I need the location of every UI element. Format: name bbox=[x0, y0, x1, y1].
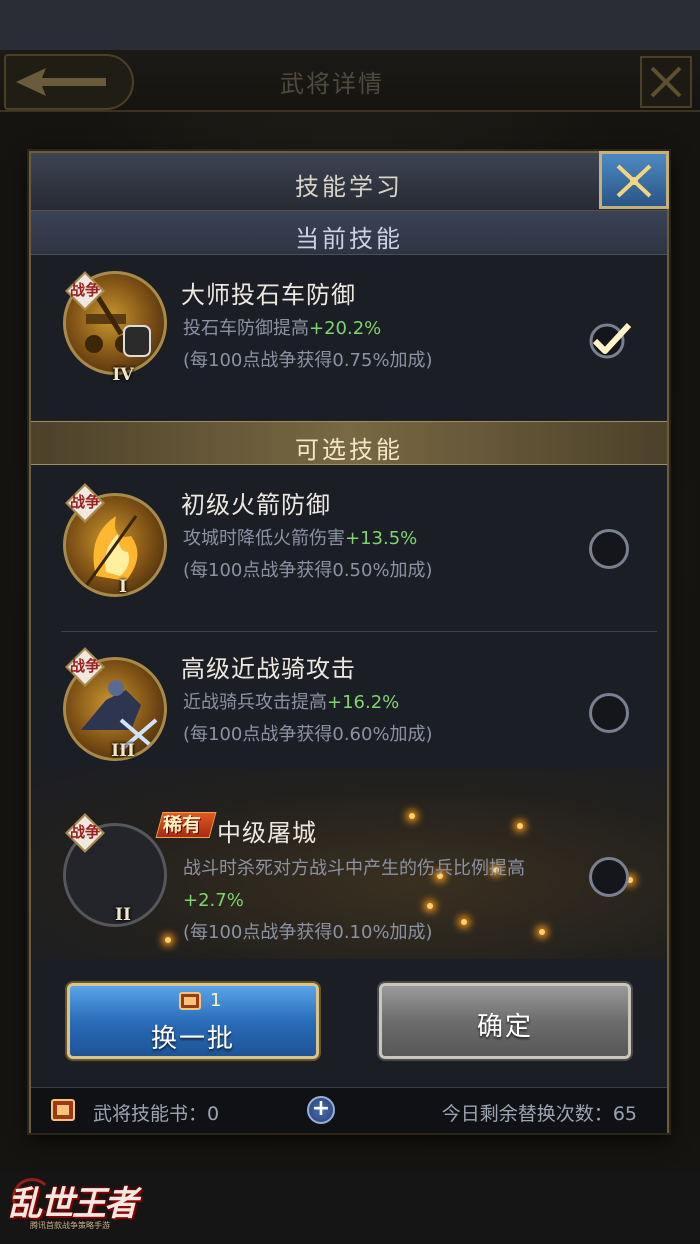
sparkle bbox=[409, 813, 415, 819]
skill-learning-dialog: 技能学习 当前技能 战争 IV 大师投石车防御 投石车防御提高+20.2% (每… bbox=[29, 151, 669, 1133]
skill-description: 近战骑兵攻击提高+16.2% (每100点战争获得0.60%加成) bbox=[183, 692, 433, 745]
war-tag: 战争 bbox=[65, 647, 105, 687]
skill-name: 中级屠城 bbox=[217, 819, 317, 847]
skill-level: II bbox=[115, 905, 131, 925]
current-skill-section-header: 当前技能 bbox=[31, 211, 667, 255]
skill-books-counter: 武将技能书：0 bbox=[93, 1103, 220, 1125]
skill-name: 初级火箭防御 bbox=[181, 491, 331, 519]
skill-description: 攻城时降低火箭伤害+13.5% (每100点战争获得0.50%加成) bbox=[183, 528, 433, 581]
war-tag: 战争 bbox=[65, 813, 105, 853]
confirm-label: 确定 bbox=[476, 1012, 533, 1042]
remaining-swaps: 今日剩余替换次数：65 bbox=[441, 1103, 637, 1125]
war-tag: 战争 bbox=[65, 271, 105, 311]
divider bbox=[61, 631, 657, 632]
skill-level: IV bbox=[112, 365, 134, 385]
crossed-swords-close-icon bbox=[616, 164, 652, 198]
swap-batch-button[interactable]: 1 换一批 bbox=[67, 983, 319, 1059]
game-screen: 武将详情 乱世王者 腾讯首款战争策略手游 技能学习 当前技能 战争 IV 大师投… bbox=[0, 0, 700, 1244]
background-close-button[interactable] bbox=[640, 56, 692, 108]
skill-name: 高级近战骑攻击 bbox=[181, 655, 356, 683]
war-tag: 战争 bbox=[65, 483, 105, 523]
select-radio[interactable] bbox=[589, 857, 629, 897]
select-radio[interactable] bbox=[589, 529, 629, 569]
skill-level: III bbox=[111, 741, 135, 761]
add-books-button[interactable]: + bbox=[307, 1096, 335, 1124]
game-logo: 乱世王者 腾讯首款战争策略手游 bbox=[8, 1172, 138, 1238]
dialog-close-button[interactable] bbox=[599, 151, 669, 209]
skill-book-icon bbox=[51, 1099, 75, 1121]
optional-skill-section-header: 可选技能 bbox=[31, 421, 667, 465]
select-radio[interactable] bbox=[589, 693, 629, 733]
dialog-header: 技能学习 bbox=[31, 153, 667, 211]
logo-title: 乱世王者 bbox=[8, 1184, 138, 1224]
skill-level: I bbox=[119, 577, 127, 597]
checkmark-icon[interactable] bbox=[587, 319, 633, 359]
skill-name: 大师投石车防御 bbox=[181, 281, 356, 309]
dialog-title: 技能学习 bbox=[295, 173, 403, 201]
status-bar-area bbox=[0, 0, 700, 50]
background-title: 武将详情 bbox=[280, 70, 384, 98]
swap-cost: 1 bbox=[210, 990, 222, 1011]
arrow-left-icon bbox=[16, 68, 106, 96]
skill-description: 投石车防御提高+20.2% (每100点战争获得0.75%加成) bbox=[183, 318, 433, 371]
sparkle bbox=[165, 937, 171, 943]
swap-batch-label: 换一批 bbox=[150, 1024, 235, 1054]
confirm-button[interactable]: 确定 bbox=[379, 983, 631, 1059]
dialog-footer: 武将技能书：0 + 今日剩余替换次数：65 bbox=[31, 1087, 667, 1133]
skill-book-icon bbox=[179, 992, 201, 1010]
skill-description: 战斗时杀死对方战斗中产生的伤兵比例提高+2.7% (每100点战争获得0.10%… bbox=[183, 858, 525, 943]
sparkle bbox=[517, 823, 523, 829]
logo-subtitle: 腾讯首款战争策略手游 bbox=[30, 1221, 110, 1230]
close-icon bbox=[650, 66, 682, 98]
rare-badge: 稀有 bbox=[155, 808, 217, 842]
back-button[interactable] bbox=[4, 54, 134, 110]
